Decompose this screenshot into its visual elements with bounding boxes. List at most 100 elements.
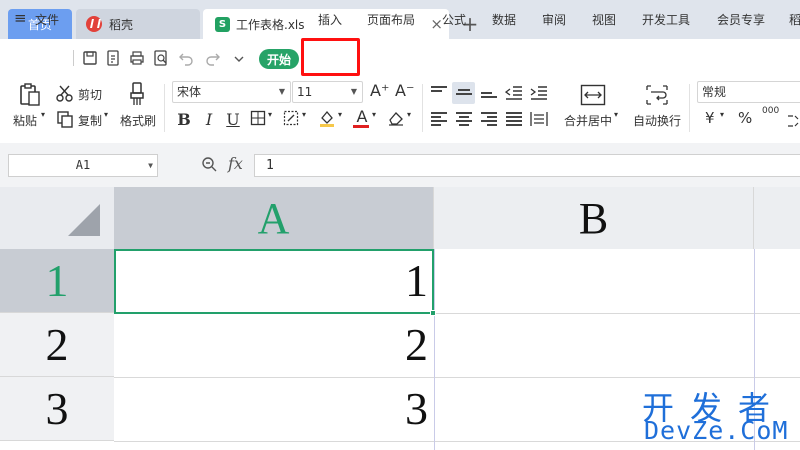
name-box[interactable]: A1 ▼ xyxy=(8,154,158,177)
menu-view[interactable]: 视图 xyxy=(592,11,616,28)
align-right-icon[interactable] xyxy=(481,112,497,126)
ribbon-divider xyxy=(164,84,165,132)
clear-format-icon[interactable] xyxy=(387,110,405,126)
font-name-value: 宋体 xyxy=(177,85,202,99)
print-preview-icon[interactable] xyxy=(153,50,169,66)
select-all-triangle-icon xyxy=(68,204,100,236)
align-top-icon[interactable] xyxy=(431,86,447,100)
decrease-indent-icon[interactable] xyxy=(505,85,523,101)
menu-formula[interactable]: 公式 xyxy=(442,11,466,28)
clear-format-dropdown-icon[interactable]: ▾ xyxy=(407,110,411,119)
hamburger-menu-icon[interactable]: ≡ xyxy=(14,9,27,27)
font-size-value: 11 xyxy=(297,85,313,99)
menu-data[interactable]: 数据 xyxy=(492,11,516,28)
row-gridline xyxy=(114,377,800,378)
quick-access-more-icon[interactable] xyxy=(231,51,247,67)
cell-a2[interactable]: 2 xyxy=(368,313,428,377)
fill-handle[interactable] xyxy=(430,310,436,316)
active-cell-selection xyxy=(114,249,434,314)
cell-a3[interactable]: 3 xyxy=(368,377,428,441)
fill-color-icon[interactable] xyxy=(318,109,336,127)
row-header-2[interactable]: 2 xyxy=(0,313,114,377)
fill-color-dropdown-icon[interactable]: ▾ xyxy=(338,110,342,119)
align-center-icon[interactable] xyxy=(456,112,472,126)
ribbon-divider xyxy=(422,84,423,132)
menu-review[interactable]: 审阅 xyxy=(542,11,566,28)
percent-button[interactable]: % xyxy=(738,109,752,127)
wrap-text-icon[interactable] xyxy=(645,84,669,106)
redo-icon[interactable] xyxy=(205,50,221,66)
doke-logo-icon xyxy=(86,16,102,32)
tab-workbook-label: 工作表格.xls xyxy=(236,17,305,32)
column-header-a[interactable]: A xyxy=(114,187,434,249)
format-painter-icon[interactable] xyxy=(127,81,147,107)
copy-button[interactable]: 复制 xyxy=(78,112,102,129)
borders-dropdown-icon[interactable]: ▾ xyxy=(268,110,272,119)
ribbon-divider xyxy=(689,84,690,132)
select-all-corner[interactable] xyxy=(0,187,114,249)
justify-icon[interactable] xyxy=(506,112,522,126)
cell-style-icon[interactable] xyxy=(283,110,299,126)
name-box-value: A1 xyxy=(75,158,91,172)
column-header-b[interactable]: B xyxy=(434,187,754,249)
undo-icon[interactable] xyxy=(178,50,194,66)
wrap-text-button[interactable]: 自动换行 xyxy=(633,112,681,129)
font-name-select[interactable]: 宋体 ▼ xyxy=(172,81,291,103)
format-painter-button[interactable]: 格式刷 xyxy=(120,112,156,129)
align-left-icon[interactable] xyxy=(431,112,447,126)
row-header-3[interactable]: 3 xyxy=(0,377,114,441)
number-format-value: 常规 xyxy=(702,85,727,99)
row-header-1[interactable]: 1 xyxy=(0,249,114,313)
paste-button[interactable]: 粘贴 xyxy=(13,112,37,129)
menu-insert[interactable]: 插入 xyxy=(318,11,342,28)
menu-developer[interactable]: 开发工具 xyxy=(642,11,690,28)
font-color-dropdown-icon[interactable]: ▾ xyxy=(372,110,376,119)
menu-start[interactable]: 开始 xyxy=(259,49,299,69)
merge-center-button[interactable]: 合并居中 xyxy=(564,112,612,129)
zoom-formula-icon[interactable] xyxy=(201,156,217,172)
tab-doke-label: 稻壳 xyxy=(109,17,134,32)
font-color-icon[interactable]: A xyxy=(352,106,372,126)
scissors-icon[interactable] xyxy=(56,84,74,102)
increase-indent-icon[interactable] xyxy=(530,85,548,101)
save-icon[interactable] xyxy=(82,50,98,66)
merge-center-icon[interactable] xyxy=(580,84,606,106)
italic-button[interactable]: I xyxy=(199,109,219,129)
align-middle-icon[interactable] xyxy=(456,89,472,103)
copy-icon[interactable] xyxy=(56,110,74,128)
distributed-align-icon[interactable] xyxy=(530,110,548,128)
menu-page-layout[interactable]: 页面布局 xyxy=(367,11,415,28)
chevron-down-icon: ▼ xyxy=(148,161,153,170)
column-header-c[interactable] xyxy=(754,187,800,249)
menu-doke-cut[interactable]: 稻 xyxy=(789,11,800,28)
number-format-select[interactable]: 常规 xyxy=(697,81,800,103)
currency-dropdown-icon[interactable]: ▾ xyxy=(720,110,724,119)
cell-style-dropdown-icon[interactable]: ▾ xyxy=(302,110,306,119)
font-size-select[interactable]: 11 ▼ xyxy=(292,81,363,103)
print-icon[interactable] xyxy=(129,50,145,66)
tab-doke[interactable]: 稻壳 xyxy=(76,9,200,39)
cut-button[interactable]: 剪切 xyxy=(78,86,102,103)
bold-button[interactable]: B xyxy=(174,109,194,129)
decimal-icon[interactable] xyxy=(786,114,800,128)
paste-icon[interactable] xyxy=(18,82,42,108)
fx-icon[interactable]: fx xyxy=(228,154,243,173)
formula-input[interactable]: 1 xyxy=(254,154,800,177)
menu-member[interactable]: 会员专享 xyxy=(717,11,765,28)
currency-button[interactable]: ¥ xyxy=(705,109,715,127)
insert-highlight-box xyxy=(301,38,360,76)
shrink-font-button[interactable]: A⁻ xyxy=(395,81,414,100)
export-pdf-icon[interactable] xyxy=(105,50,121,66)
underline-button[interactable]: U xyxy=(223,109,243,129)
paste-dropdown-icon[interactable]: ▾ xyxy=(41,110,45,119)
copy-dropdown-icon[interactable]: ▾ xyxy=(104,110,108,119)
column-gridline xyxy=(434,249,435,450)
borders-icon[interactable] xyxy=(250,110,266,126)
menu-file[interactable]: 文件 xyxy=(35,11,59,28)
menu-divider xyxy=(73,50,74,66)
grow-font-button[interactable]: A⁺ xyxy=(370,81,389,100)
chevron-down-icon: ▼ xyxy=(350,87,357,96)
merge-dropdown-icon[interactable]: ▾ xyxy=(614,110,618,119)
align-bottom-icon[interactable] xyxy=(481,92,497,106)
thousands-separator-button[interactable]: 000 xyxy=(762,106,779,116)
